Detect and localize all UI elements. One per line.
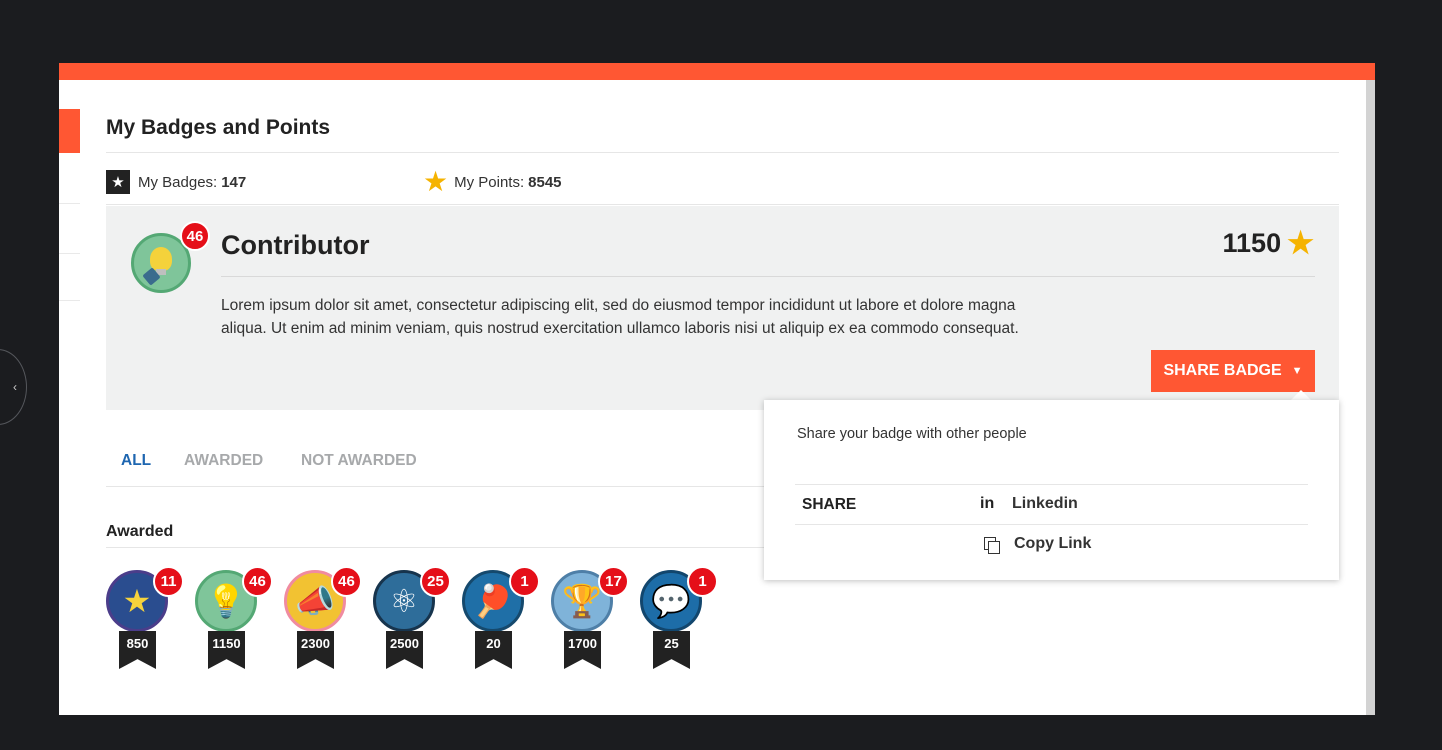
badge-points-value: 1150 (1222, 228, 1282, 258)
copy-link-icon (984, 537, 1000, 554)
panel-scrollbar[interactable] (1366, 80, 1375, 715)
badge-square-icon: ★ (106, 170, 130, 194)
stats-divider (106, 204, 1339, 205)
awarded-badge[interactable]: 🏆 1700 17 (551, 566, 629, 670)
linkedin-icon: in (980, 495, 995, 512)
badge-points-ribbon: 20 (475, 631, 512, 669)
my-points-stat: ★ My Points: 8545 (423, 166, 562, 197)
awarded-badge[interactable]: 🏓 20 1 (462, 566, 540, 670)
badge-name: Contributor (221, 230, 370, 260)
star-icon: ★ (423, 166, 449, 197)
badge-points: 1150 ★ (1223, 228, 1314, 259)
badge-count-bubble: 25 (420, 566, 451, 597)
share-popup: Share your badge with other people SHARE… (764, 400, 1339, 580)
copy-link-label: Copy Link (1014, 535, 1092, 552)
tab-not-awarded[interactable]: NOT AWARDED (301, 452, 417, 470)
popup-divider (795, 524, 1308, 525)
share-popup-message: Share your badge with other people (797, 426, 1027, 442)
badge-points-ribbon: 25 (653, 631, 690, 669)
title-divider (106, 152, 1339, 153)
awarded-section-label: Awarded (106, 523, 174, 540)
lightbulb-icon (150, 247, 172, 271)
caret-down-icon: ▼ (1291, 365, 1303, 377)
my-badges-label: My Badges: (138, 173, 218, 191)
sidebar-divider (59, 253, 80, 254)
tab-awarded[interactable]: AWARDED (184, 452, 263, 470)
badge-count-bubble: 1 (509, 566, 540, 597)
page-title: My Badges and Points (106, 116, 331, 139)
sidebar-divider (59, 203, 80, 204)
chevron-left-icon: ‹ (13, 380, 17, 394)
star-icon: ★ (1287, 226, 1314, 260)
badge-count-bubble: 46 (180, 221, 210, 251)
my-badges-stat: ★ My Badges: 147 (106, 170, 246, 194)
badge-points-ribbon: 2300 (297, 631, 334, 669)
popup-divider (795, 484, 1308, 485)
badge-count-bubble: 46 (242, 566, 273, 597)
awarded-badge[interactable]: 💡 1150 46 (195, 566, 273, 670)
copy-link-option[interactable]: Copy Link (980, 535, 1092, 554)
badge-count-bubble: 1 (687, 566, 718, 597)
share-badge-button[interactable]: SHARE BADGE ▼ (1151, 350, 1315, 392)
badge-points-ribbon: 850 (119, 631, 156, 669)
badge-points-ribbon: 2500 (386, 631, 423, 669)
sidebar-divider (59, 300, 80, 301)
badge-count-bubble: 46 (331, 566, 362, 597)
detail-divider (221, 276, 1315, 277)
awarded-badge[interactable]: 📣 2300 46 (284, 566, 362, 670)
awarded-badge[interactable]: ⚛ 2500 25 (373, 566, 451, 670)
badge-points-ribbon: 1150 (208, 631, 245, 669)
my-points-label: My Points: (454, 173, 525, 191)
tab-all[interactable]: ALL (121, 452, 151, 470)
awarded-badge[interactable]: ★ 850 11 (106, 566, 184, 670)
badges-panel: My Badges and Points ★ My Badges: 147 ★ … (59, 63, 1375, 715)
awarded-badge[interactable]: 💬 25 1 (640, 566, 718, 670)
accent-top-bar (59, 63, 1375, 80)
badge-detail-card: 46 Contributor 1150 ★ Lorem ipsum dolor … (106, 206, 1339, 410)
badge-count-bubble: 11 (153, 566, 184, 597)
share-label: SHARE (802, 496, 857, 513)
share-badge-label: SHARE BADGE (1163, 362, 1282, 379)
previous-nav-button[interactable]: ‹ (0, 349, 27, 425)
badge-points-ribbon: 1700 (564, 631, 601, 669)
sidebar-active-indicator (59, 109, 80, 153)
badge-description: Lorem ipsum dolor sit amet, consectetur … (221, 297, 1019, 337)
badge-count-bubble: 17 (598, 566, 629, 597)
my-badges-value: 147 (221, 173, 247, 191)
linkedin-label: Linkedin (1012, 495, 1078, 512)
share-linkedin-option[interactable]: in Linkedin (980, 495, 1078, 513)
my-points-value: 8545 (528, 173, 562, 191)
